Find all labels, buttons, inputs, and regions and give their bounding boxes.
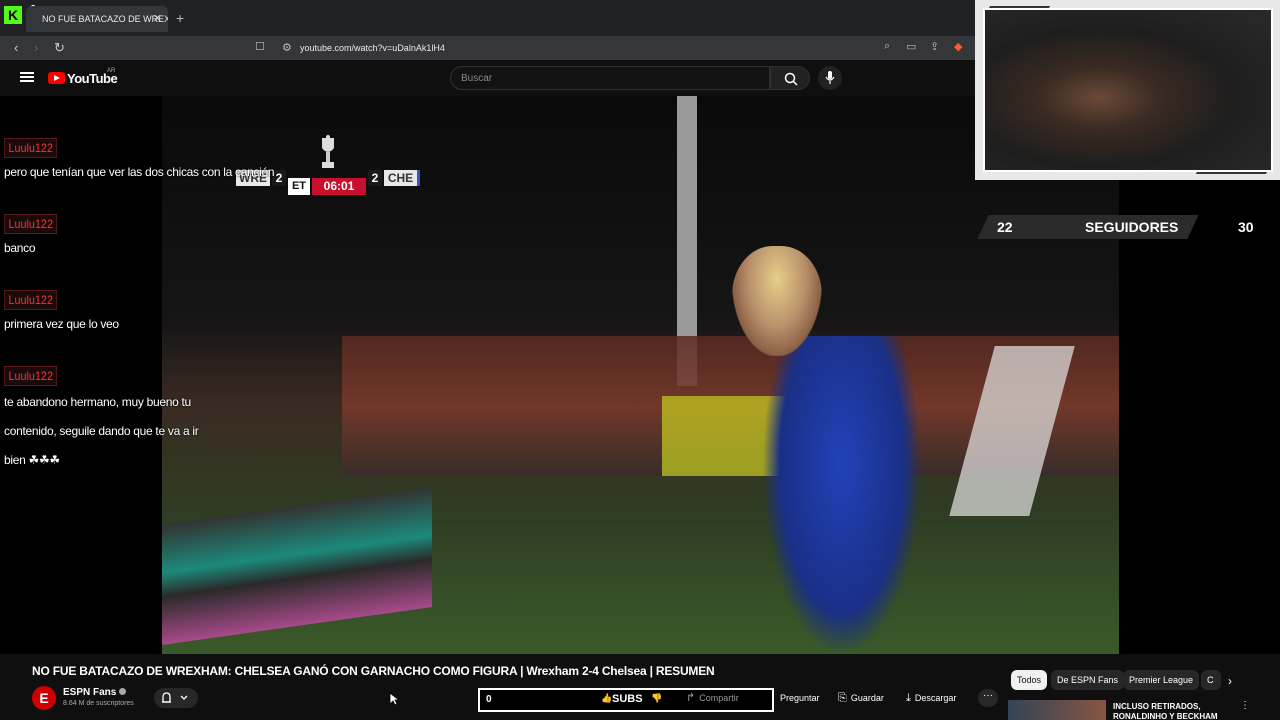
back-icon[interactable]: ‹ xyxy=(14,40,18,55)
more-actions-icon[interactable]: ··· xyxy=(978,689,998,707)
share-button[interactable]: ↱ Compartir xyxy=(686,688,739,708)
save-label: Guardar xyxy=(850,693,884,703)
save-icon: ⎘ xyxy=(838,692,847,704)
url-field[interactable]: ⚙ youtube.com/watch?v=uDalnAk1lH4 xyxy=(272,38,962,58)
verified-icon xyxy=(119,688,127,695)
voice-search-button[interactable] xyxy=(818,66,842,90)
chip-more[interactable]: C xyxy=(1201,670,1221,690)
search-button[interactable] xyxy=(770,66,810,90)
chat-username: Luulu122 xyxy=(4,366,58,386)
followers-goal-bar: 22 SEGUIDORES 30 xyxy=(975,215,1280,239)
away-team: CHE xyxy=(384,170,420,186)
followers-label: SEGUIDORES xyxy=(1085,219,1179,235)
video-title: NO FUE BATACAZO DE WREXHAM: CHELSEA GANÓ… xyxy=(32,664,715,678)
channel-name-row[interactable]: ESPN Fans xyxy=(63,687,127,698)
chat-username: Luulu122 xyxy=(4,290,58,310)
share-page-icon[interactable]: ⇪ xyxy=(930,40,939,53)
chat-message: Luulu122 pero que tenían que ver las dos… xyxy=(4,138,275,182)
ask-label: Preguntar xyxy=(780,693,820,703)
chip-premier-league[interactable]: Premier League xyxy=(1123,670,1200,690)
kebab-menu-icon[interactable]: ⋮ xyxy=(1240,700,1250,711)
kick-logo-icon: K xyxy=(4,6,22,24)
microphone-icon xyxy=(825,71,835,84)
subs-goal-count: 0 xyxy=(486,694,492,705)
channel-avatar[interactable]: E xyxy=(32,686,56,710)
site-info-icon[interactable]: ⚙ xyxy=(282,38,292,58)
chat-text: banco xyxy=(4,241,36,255)
chip-espn-fans[interactable]: De ESPN Fans xyxy=(1051,670,1125,690)
menu-icon[interactable] xyxy=(20,72,34,82)
notification-bell-button[interactable] xyxy=(154,688,198,708)
tab-close-icon[interactable]: ✕ xyxy=(153,6,162,32)
save-button[interactable]: ⎘ Guardar xyxy=(838,688,884,708)
bell-icon xyxy=(162,692,188,703)
search-icon xyxy=(784,72,798,86)
browser-tab-bar: K 1 NO FUE BATACAZO DE WREX ✕ + xyxy=(0,0,975,36)
mouse-cursor-icon xyxy=(389,692,399,706)
reload-icon[interactable]: ↻ xyxy=(54,40,65,56)
download-label: Descargar xyxy=(914,693,957,703)
chat-text: te abandono hermano, muy bueno tu conten… xyxy=(4,395,199,467)
recommendation-title[interactable]: INCLUSO RETIRADOS, RONALDINHO Y BECKHAM xyxy=(1113,702,1223,720)
subs-goal-label: SUBS xyxy=(612,693,643,705)
address-bar: ‹ › ↻ ☐ ⚙ youtube.com/watch?v=uDalnAk1lH… xyxy=(0,36,975,60)
chat-message: Luulu122 te abandono hermano, muy bueno … xyxy=(4,366,214,475)
video-player-head xyxy=(732,246,822,356)
cast-icon[interactable]: ▭ xyxy=(906,40,916,53)
video-player-figure xyxy=(762,336,922,654)
browser-tab[interactable]: NO FUE BATACAZO DE WREX ✕ xyxy=(26,6,168,32)
url-text: youtube.com/watch?v=uDalnAk1lH4 xyxy=(300,43,445,53)
chevron-right-icon[interactable]: › xyxy=(1228,674,1232,688)
chip-todos[interactable]: Todos xyxy=(1011,670,1048,690)
recommendation-thumbnail[interactable] xyxy=(1008,700,1106,720)
dislike-icon[interactable]: 👎 xyxy=(651,688,662,708)
download-icon: ⤓ xyxy=(906,692,911,704)
chat-text: pero que tenían que ver las dos chicas c… xyxy=(4,165,275,179)
share-label: Compartir xyxy=(699,693,739,703)
country-code: AR xyxy=(107,68,116,74)
webcam-overlay xyxy=(975,0,1280,180)
fa-cup-trophy-icon xyxy=(322,135,334,168)
webcam-feed xyxy=(983,8,1273,172)
tab-title: NO FUE BATACAZO DE WREX xyxy=(42,14,168,24)
new-tab-icon[interactable]: + xyxy=(176,10,184,26)
chat-text: primera vez que lo veo xyxy=(4,317,119,331)
followers-goal: 30 xyxy=(1238,219,1254,235)
channel-name[interactable]: ESPN Fans xyxy=(63,687,116,698)
youtube-logo-icon[interactable] xyxy=(48,72,65,84)
subscriber-count: 8.64 M de suscriptores xyxy=(63,700,134,707)
followers-current: 22 xyxy=(997,219,1013,235)
brave-shield-icon[interactable]: ◆ xyxy=(954,40,962,53)
like-icon[interactable]: 👍 xyxy=(601,688,612,708)
away-score: 2 xyxy=(368,170,382,186)
chat-username: Luulu122 xyxy=(4,214,58,234)
ask-button[interactable]: Preguntar xyxy=(780,688,820,708)
match-clock: 06:01 xyxy=(312,178,366,195)
chat-message: Luulu122 primera vez que lo veo xyxy=(4,290,119,334)
bookmark-icon[interactable]: ☐ xyxy=(255,40,265,53)
period-label: ET xyxy=(288,178,310,195)
video-ad-board xyxy=(162,487,432,645)
chat-username: Luulu122 xyxy=(4,138,58,158)
forward-icon[interactable]: › xyxy=(34,40,38,55)
chat-message: Luulu122 banco xyxy=(4,214,63,258)
zoom-icon[interactable]: ⌕ xyxy=(884,40,890,53)
search-input[interactable] xyxy=(450,66,770,90)
share-icon: ↱ xyxy=(686,692,696,704)
download-button[interactable]: ⤓ Descargar xyxy=(906,688,956,708)
